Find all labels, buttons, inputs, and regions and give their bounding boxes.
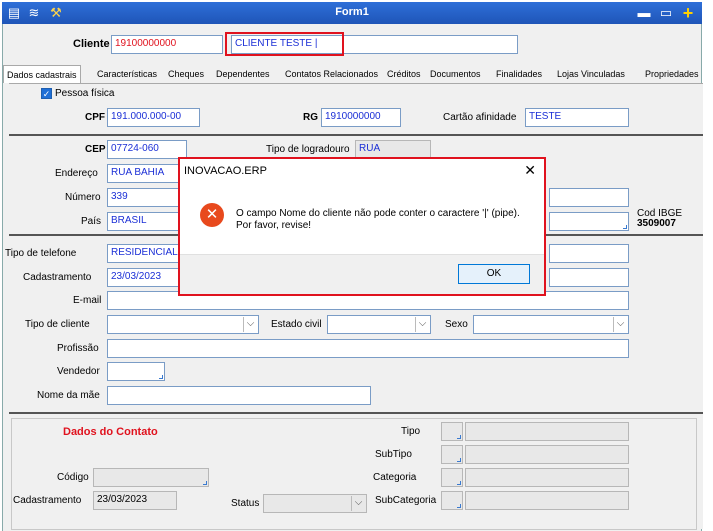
cep-input[interactable]: 07724-060 — [107, 140, 187, 159]
maximize-icon[interactable]: ▭ — [658, 5, 674, 21]
telefone-input[interactable] — [549, 244, 629, 263]
pais-label: País — [81, 216, 102, 227]
main-window: ▤ ≋ ⚒ Form1 ▬ ▭ + Cliente 19100000000 CL… — [0, 0, 713, 531]
divider — [9, 134, 703, 136]
nome-mae-label: Nome da mãe — [37, 390, 100, 401]
tab-cheques[interactable]: Cheques — [168, 65, 204, 83]
title-bar: ▤ ≋ ⚒ Form1 ▬ ▭ + — [2, 2, 702, 24]
pessoa-fisica-checkbox[interactable]: ✓ — [41, 88, 52, 99]
sexo-select[interactable]: ⌵ — [473, 315, 629, 334]
tipo-cliente-select[interactable]: ⌵ — [107, 315, 259, 334]
subtipo-label: SubTipo — [375, 449, 412, 460]
endereco-input[interactable]: RUA BAHIA — [107, 164, 187, 183]
nome-mae-input[interactable] — [107, 386, 371, 405]
subcategoria-code-input[interactable] — [441, 491, 463, 510]
status-select[interactable]: ⌵ — [263, 494, 367, 513]
tipo-desc-input[interactable] — [465, 422, 629, 441]
cartao-label: Cartão afinidade — [443, 112, 517, 123]
vendedor-label: Vendedor — [57, 366, 100, 377]
rg-label: RG — [303, 112, 318, 123]
contato-title: Dados do Contato — [63, 426, 158, 438]
error-icon: ✕ — [200, 203, 224, 227]
tab-strip: Dados cadastrais Características Cheques… — [3, 65, 703, 83]
cliente-label: Cliente — [73, 38, 110, 50]
tab-caracteristicas[interactable]: Características — [97, 65, 157, 83]
contato-cadastramento-input[interactable]: 23/03/2023 — [93, 491, 177, 510]
dialog-title: INOVACAO.ERP — [184, 165, 267, 177]
profissao-input[interactable] — [107, 339, 629, 358]
complemento-input[interactable] — [549, 188, 629, 207]
cpf-label: CPF — [85, 112, 105, 123]
contato-cadastramento-label: Cadastramento — [13, 495, 82, 506]
tipo-telefone-label: Tipo de telefone — [5, 248, 77, 259]
numero-label: Número — [65, 192, 101, 203]
sexo-label: Sexo — [445, 319, 468, 330]
status-label: Status — [231, 498, 260, 509]
pessoa-fisica-label: Pessoa física — [55, 88, 115, 99]
error-dialog: INOVACAO.ERP ✕ ✕ O campo Nome do cliente… — [178, 157, 546, 296]
cartao-input[interactable]: TESTE — [525, 108, 629, 127]
vendedor-input[interactable] — [107, 362, 165, 381]
subcategoria-desc-input[interactable] — [465, 491, 629, 510]
chevron-down-icon[interactable]: ⌵ — [243, 317, 257, 332]
codigo-label: Código — [57, 472, 89, 483]
dialog-footer: OK — [180, 254, 544, 294]
categoria-desc-input[interactable] — [465, 468, 629, 487]
subtipo-desc-input[interactable] — [465, 445, 629, 464]
data-nascimento-input[interactable] — [549, 268, 629, 287]
tab-panel: ✓ Pessoa física CPF 191.000.000-00 RG 19… — [5, 83, 703, 530]
chevron-down-icon[interactable]: ⌵ — [415, 317, 429, 332]
cadastramento-label: Cadastramento — [23, 272, 92, 283]
tipo-label: Tipo — [401, 426, 421, 437]
subtipo-code-input[interactable] — [441, 445, 463, 464]
cpf-input[interactable]: 191.000.000-00 — [107, 108, 200, 127]
cep-label: CEP — [85, 144, 106, 155]
categoria-label: Categoria — [373, 472, 417, 483]
endereco-label: Endereço — [55, 168, 98, 179]
chevron-down-icon[interactable]: ⌵ — [613, 317, 627, 332]
numero-input[interactable]: 339 — [107, 188, 187, 207]
window-title: Form1 — [335, 6, 369, 18]
tab-contatos-relacionados[interactable]: Contatos Relacionados — [285, 65, 378, 83]
cidade-input[interactable] — [549, 212, 629, 231]
profissao-label: Profissão — [57, 343, 99, 354]
add-icon[interactable]: + — [680, 4, 696, 22]
tab-propriedades[interactable]: Propriedades — [645, 65, 699, 83]
tipo-code-input[interactable] — [441, 422, 463, 441]
tipo-telefone-input[interactable]: RESIDENCIAL — [107, 244, 187, 263]
rg-input[interactable]: 1910000000 — [321, 108, 401, 127]
tab-lojas-vinculadas[interactable]: Lojas Vinculadas — [557, 65, 625, 83]
tab-dependentes[interactable]: Dependentes — [216, 65, 270, 83]
minimize-icon[interactable]: ▬ — [636, 5, 652, 21]
categoria-code-input[interactable] — [441, 468, 463, 487]
estado-civil-label: Estado civil — [271, 319, 322, 330]
pais-input[interactable]: BRASIL — [107, 212, 187, 231]
cliente-name-highlight — [225, 32, 344, 56]
chevron-down-icon[interactable]: ⌵ — [351, 496, 365, 511]
codigo-input[interactable] — [93, 468, 209, 487]
close-icon[interactable]: ✕ — [524, 162, 536, 179]
cod-ibge-value: 3509007 — [637, 218, 676, 229]
estado-civil-select[interactable]: ⌵ — [327, 315, 431, 334]
tab-dados-cadastrais[interactable]: Dados cadastrais — [3, 65, 81, 83]
tipo-cliente-label: Tipo de cliente — [25, 319, 90, 330]
tipo-logradouro-label: Tipo de logradouro — [266, 144, 350, 155]
tab-finalidades[interactable]: Finalidades — [496, 65, 542, 83]
cliente-code-input[interactable]: 19100000000 — [111, 35, 223, 54]
tab-documentos[interactable]: Documentos — [430, 65, 481, 83]
divider — [9, 412, 703, 414]
cadastramento-input[interactable]: 23/03/2023 — [107, 268, 187, 287]
tab-creditos[interactable]: Créditos — [387, 65, 421, 83]
dialog-message: O campo Nome do cliente não pode conter … — [236, 208, 520, 231]
ok-button[interactable]: OK — [458, 264, 530, 284]
subcategoria-label: SubCategoria — [375, 495, 437, 506]
email-label: E-mail — [73, 295, 102, 306]
